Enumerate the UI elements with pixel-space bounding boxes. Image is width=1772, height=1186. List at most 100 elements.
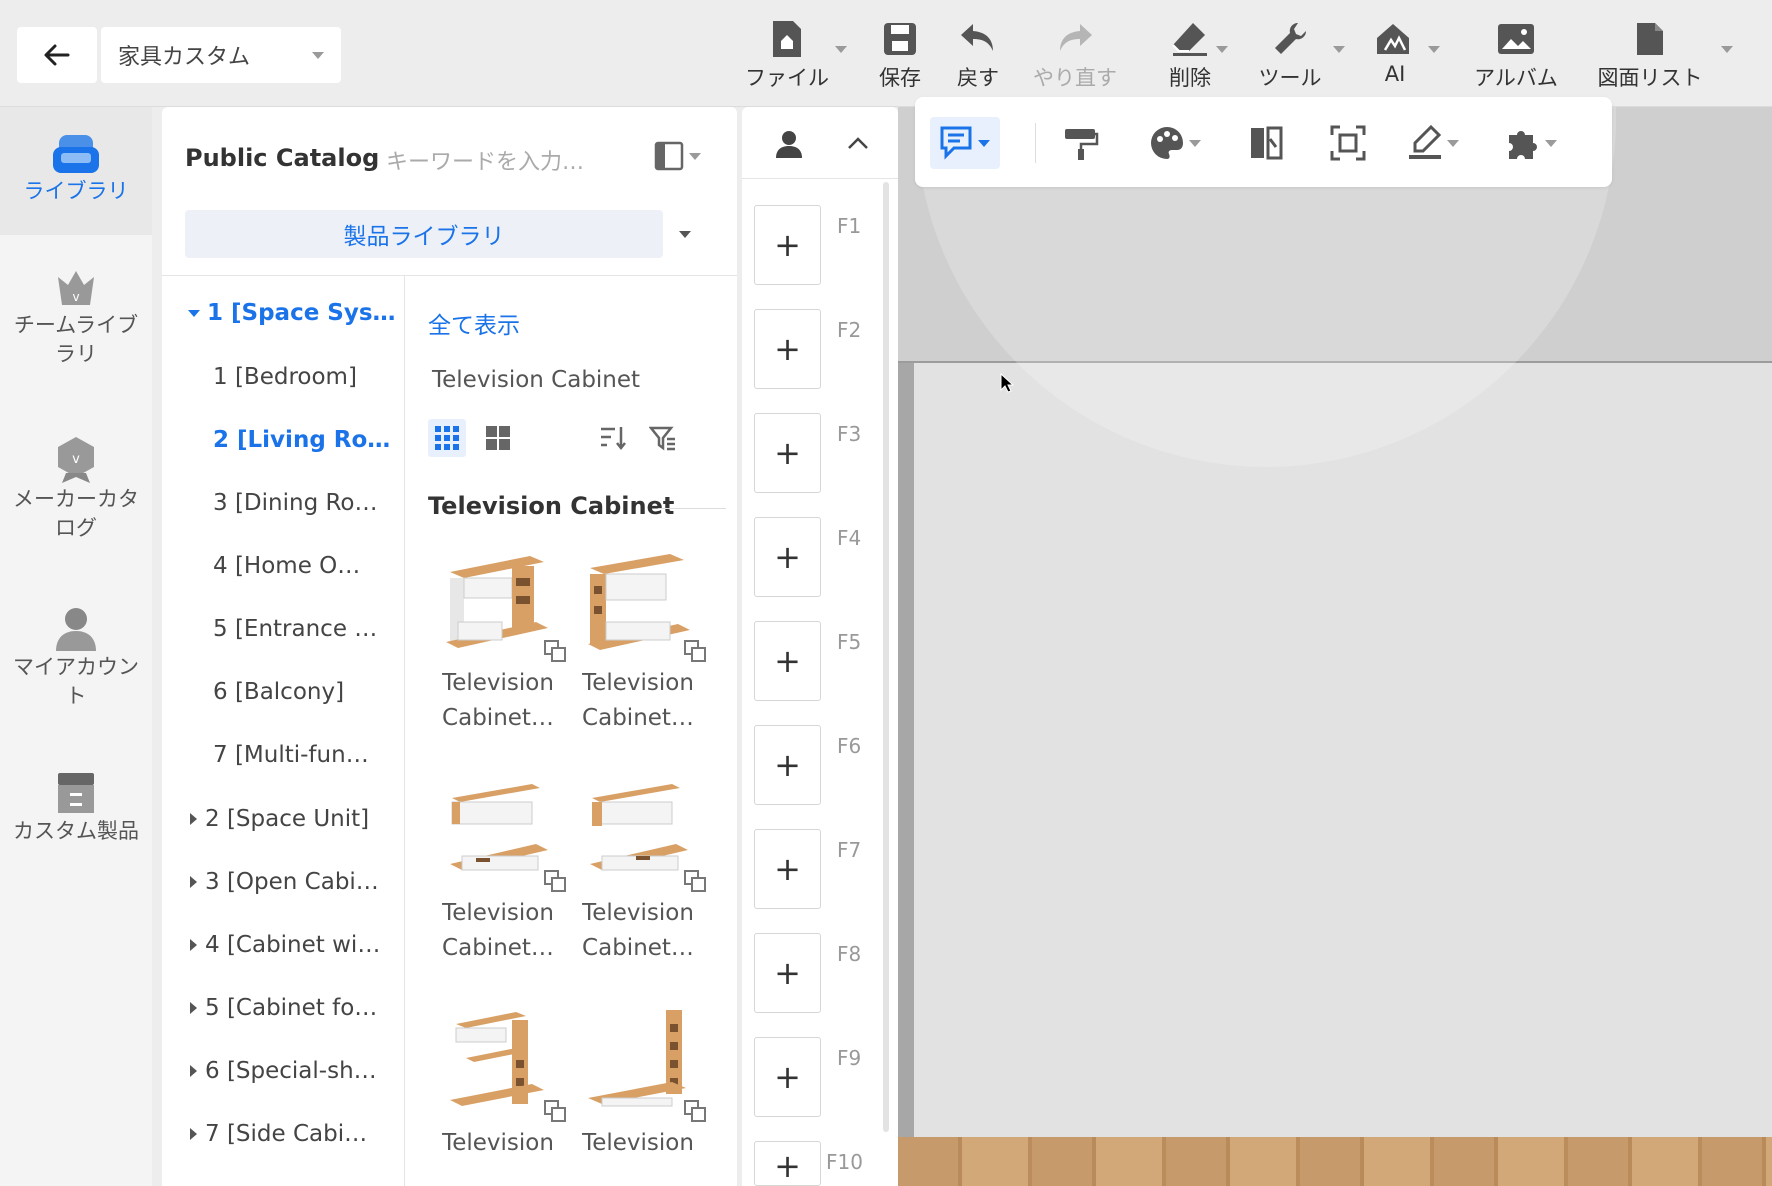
separator (1035, 123, 1036, 163)
file-menu[interactable]: ファイル (737, 16, 847, 96)
add-floor-button-f3[interactable]: + (754, 413, 821, 493)
add-floor-button-f8[interactable]: + (754, 933, 821, 1013)
plus-icon: + (774, 434, 801, 472)
tree-item-balcony[interactable]: 6 [Balcony] (213, 679, 344, 705)
add-floor-button-f6[interactable]: + (754, 725, 821, 805)
tree-label: 6 [Special-sh… (205, 1058, 377, 1084)
add-floor-button-f9[interactable]: + (754, 1037, 821, 1117)
door-panel-icon (1251, 126, 1283, 160)
grid-large-view-button[interactable] (479, 419, 517, 457)
nav-team-library[interactable]: v チームライブラリ (0, 267, 152, 387)
delete-menu[interactable]: 削除 (1160, 16, 1228, 96)
floor-scrollbar[interactable] (883, 182, 889, 1132)
nav-custom-products[interactable]: カスタム製品 (0, 771, 152, 881)
tree-item-dining-room[interactable]: 3 [Dining Ro… (213, 490, 378, 516)
plus-icon: + (774, 330, 801, 368)
floor-label: F5 (837, 630, 862, 654)
search-input[interactable]: キーワードを入力… (386, 144, 584, 176)
back-button[interactable] (17, 27, 97, 83)
nav-my-account[interactable]: マイアカウント (0, 605, 152, 725)
delete-label: 削除 (1169, 66, 1211, 90)
tree-item-space-system[interactable]: 1 [Space Sys… (188, 300, 396, 326)
library-dropdown-icon[interactable] (679, 231, 691, 238)
customize-badge-icon (684, 1100, 706, 1122)
tree-item-multi-function[interactable]: 7 [Multi-fun… (213, 742, 369, 768)
floor-label: F3 (837, 422, 862, 446)
save-button[interactable]: 保存 (870, 16, 930, 96)
chevron-up-icon[interactable] (846, 133, 870, 153)
frame-select-button[interactable] (1330, 117, 1366, 169)
add-floor-button-f10[interactable]: + (754, 1141, 821, 1186)
ai-menu[interactable]: AI (1370, 16, 1440, 96)
product-name: Television (582, 1130, 694, 1156)
tools-menu[interactable]: ツール (1255, 16, 1345, 96)
project-name: 家具カスタム (118, 45, 251, 70)
tree-item-entrance[interactable]: 5 [Entrance … (213, 616, 377, 642)
add-floor-button-f4[interactable]: + (754, 517, 821, 597)
product-card[interactable]: Television Cabinet… (428, 542, 568, 736)
nav-library[interactable]: ライブラリ (0, 107, 152, 235)
tree-item-special-shaped[interactable]: 6 [Special-sh… (190, 1058, 377, 1084)
product-card[interactable]: Television Cabinet… (568, 772, 708, 966)
tree-label: 2 [Living Ro… (213, 427, 391, 453)
floor-label: F4 (837, 526, 862, 550)
add-floor-button-f1[interactable]: + (754, 205, 821, 285)
grid-large-icon (486, 426, 510, 450)
product-thumbnail (576, 772, 706, 896)
floor-label: F6 (837, 734, 862, 758)
plugins-button[interactable] (1505, 117, 1557, 169)
add-floor-button-f7[interactable]: + (754, 829, 821, 909)
grid-small-view-button[interactable] (428, 419, 466, 457)
sort-button[interactable] (594, 419, 632, 457)
product-card[interactable]: Television Cabinet… (568, 542, 708, 736)
drawing-list-menu[interactable]: 図面リスト (1595, 16, 1733, 96)
caret-down-icon (188, 309, 200, 317)
add-floor-button-f5[interactable]: + (754, 621, 821, 701)
door-tool-button[interactable] (1248, 117, 1284, 169)
sort-icon (601, 427, 626, 451)
tree-item-bedroom[interactable]: 1 [Bedroom] (213, 364, 357, 390)
person-icon[interactable] (774, 129, 804, 159)
crown-icon: v (58, 271, 94, 305)
product-card[interactable]: Television Cabinet… (428, 772, 568, 966)
category-name: Television Cabinet (432, 367, 641, 393)
panel-layout-button[interactable] (654, 141, 701, 171)
material-palette-button[interactable] (1149, 117, 1201, 169)
tree-item-home-office[interactable]: 4 [Home O… (213, 553, 360, 579)
project-select[interactable]: 家具カスタム (101, 27, 341, 83)
filter-button[interactable] (644, 419, 682, 457)
product-card[interactable]: Television (428, 1002, 568, 1161)
product-thumbnail (436, 772, 566, 896)
tree-item-living-room[interactable]: 2 [Living Ro… (213, 427, 390, 453)
plus-icon: + (774, 226, 801, 264)
nav-maker-catalog[interactable]: v メーカーカタログ (0, 435, 152, 555)
tree-item-space-unit[interactable]: 2 [Space Unit] (190, 806, 369, 832)
redo-button[interactable]: やり直す (1030, 16, 1120, 96)
chevron-down-icon (1333, 46, 1345, 53)
library-select[interactable]: 製品ライブラリ (185, 210, 663, 258)
caret-right-icon (190, 876, 197, 888)
chevron-down-icon (689, 152, 701, 160)
product-thumbnail (576, 542, 706, 666)
measure-tool-button[interactable] (1407, 117, 1459, 169)
wood-floor (898, 1137, 1772, 1186)
paint-roller-button[interactable] (1063, 117, 1099, 169)
tree-item-side-cabinet[interactable]: 7 [Side Cabi… (190, 1121, 367, 1147)
product-name: Television (582, 900, 694, 926)
undo-button[interactable]: 戻す (948, 16, 1008, 96)
album-button[interactable]: アルバム (1470, 16, 1562, 96)
3d-viewport[interactable] (898, 107, 1772, 1186)
chevron-down-icon (1721, 46, 1733, 53)
show-all-link[interactable]: 全て表示 (428, 306, 520, 340)
sidebar-layout-icon (654, 141, 684, 171)
file-home-icon (773, 21, 801, 57)
select-tool-button[interactable] (930, 117, 1000, 169)
product-card[interactable]: Television (568, 1002, 708, 1161)
product-name: Cabinet… (582, 705, 694, 731)
tree-item-cabinet-with[interactable]: 4 [Cabinet wi… (190, 932, 380, 958)
product-name: Cabinet… (582, 935, 694, 961)
tree-item-open-cabinet[interactable]: 3 [Open Cabi… (190, 869, 379, 895)
tree-item-cabinet-for[interactable]: 5 [Cabinet fo… (190, 995, 377, 1021)
add-floor-button-f2[interactable]: + (754, 309, 821, 389)
image-icon (1498, 24, 1534, 54)
